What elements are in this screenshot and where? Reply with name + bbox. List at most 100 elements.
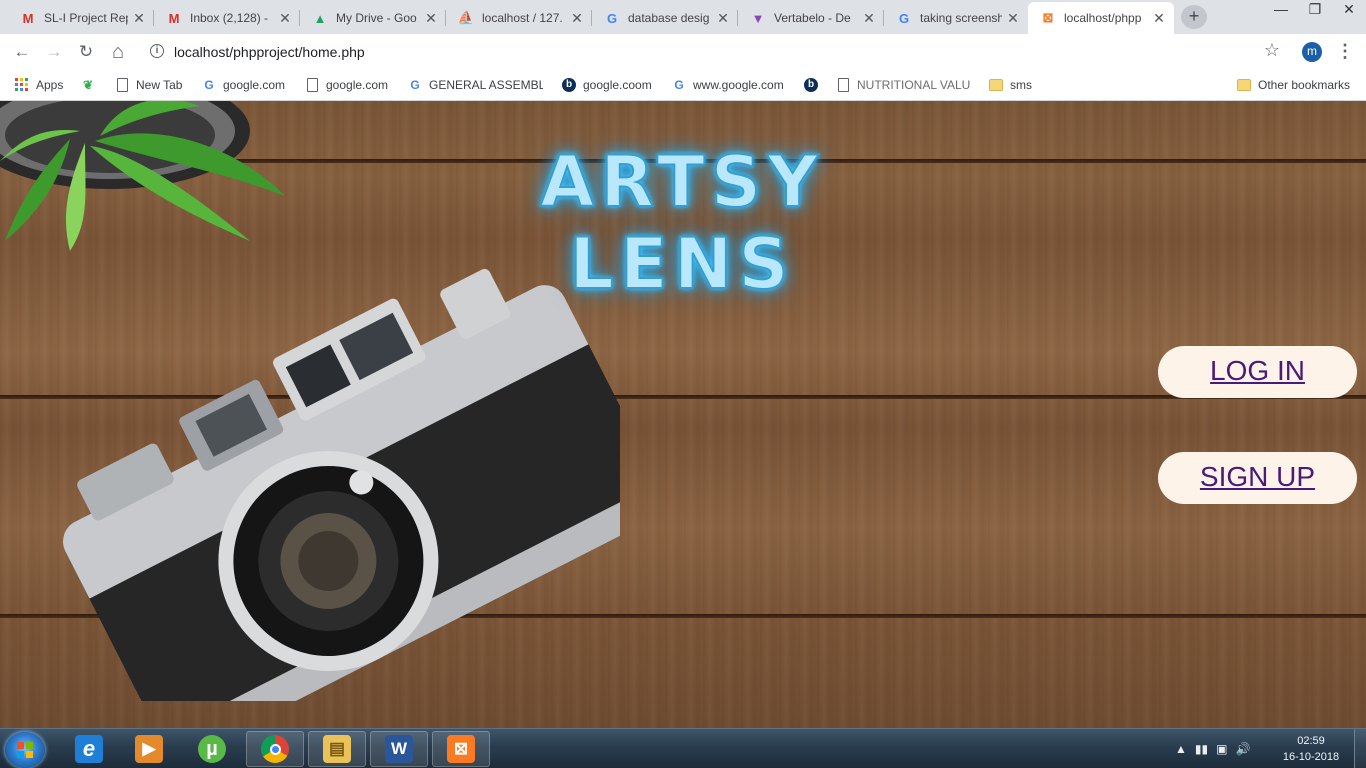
tab-localhost-active[interactable]: ⊠ localhost/phpp ✕ [1028,2,1174,34]
bookmark-apps[interactable]: Apps [14,76,63,94]
page-icon [114,77,130,93]
bookmark-sms-folder[interactable]: sms [988,76,1032,94]
bookmark-label: Apps [36,78,64,92]
google-icon: G [898,10,910,26]
tab-label: Vertabelo - De [774,11,851,25]
other-bookmarks[interactable]: Other bookmarks [1236,76,1350,94]
network-signal-icon[interactable]: ▮▮ [1195,742,1208,756]
page-viewport: ARTSY LENS LOG IN SIGN UP [0,101,1366,728]
close-tab-icon[interactable]: ✕ [424,10,438,27]
close-tab-icon[interactable]: ✕ [716,10,730,27]
tab-sl-project[interactable]: M SL-I Project Rep ✕ [8,2,154,34]
page-icon [304,77,320,93]
close-tab-icon[interactable]: ✕ [570,10,584,27]
internet-explorer-icon: e [75,735,103,763]
taskbar-file-explorer[interactable]: ▤ [308,731,366,767]
google-icon: G [674,78,684,92]
volume-icon[interactable]: 🔊 [1235,742,1250,756]
chrome-icon [261,735,289,763]
vertabelo-icon: ▼ [751,10,765,26]
bing-icon: b [561,77,577,93]
tab-label: localhost / 127. [482,11,563,25]
folder-icon [1236,77,1252,93]
bookmark-google-1[interactable]: G google.com [201,76,285,94]
bookmark-bing[interactable]: b [803,76,825,94]
close-tab-icon[interactable]: ✕ [862,10,876,27]
site-info-icon[interactable]: i [150,44,164,58]
bookmark-nutritional-value[interactable]: NUTRITIONAL VALUE [835,76,971,94]
bookmark-label: sms [1010,78,1032,92]
close-window-button[interactable]: ✕ [1332,0,1366,20]
page-icon [835,77,851,93]
tab-label: localhost/phpp [1064,11,1142,25]
plant-image [0,101,285,251]
battery-icon[interactable]: ▣ [1216,742,1227,756]
tab-phpmyadmin[interactable]: ⛵ localhost / 127. ✕ [446,2,592,34]
bookmark-leaf[interactable]: ❦ [80,76,102,94]
taskbar-word[interactable]: W [370,731,428,767]
taskbar-internet-explorer[interactable]: e [60,731,118,767]
back-button[interactable]: ← [10,40,34,64]
taskbar-utorrent[interactable]: µ [183,731,241,767]
gmail-icon: M [22,10,34,26]
close-tab-icon[interactable]: ✕ [278,10,292,27]
taskbar-media-player[interactable]: ▶ [120,731,178,767]
tab-strip: M SL-I Project Rep ✕ M Inbox (2,128) - ✕… [0,0,1366,34]
bookmark-google-2[interactable]: google.com [304,76,388,94]
bookmark-www-google[interactable]: G www.google.com [671,76,783,94]
clock-date: 16-10-2018 [1282,751,1340,763]
tab-taking-screenshot[interactable]: G taking screensh ✕ [884,2,1028,34]
media-player-icon: ▶ [135,735,163,763]
word-icon: W [385,735,413,763]
close-tab-icon[interactable]: ✕ [1152,10,1166,27]
tab-database-design[interactable]: G database desig ✕ [592,2,738,34]
taskbar-xampp[interactable]: ⊠ [432,731,490,767]
tab-vertabelo[interactable]: ▼ Vertabelo - De ✕ [738,2,884,34]
signup-button[interactable]: SIGN UP [1158,452,1357,504]
tab-label: My Drive - Goo [336,11,417,25]
bookmark-label: google.coom [583,78,652,92]
bookmarks-bar: Apps ❦ New Tab G google.com google.com G… [0,70,1366,101]
forward-button[interactable]: → [42,40,66,64]
home-button[interactable]: ⌂ [106,40,130,64]
bookmark-general-assembly[interactable]: G GENERAL ASSEMBLY: [407,76,543,94]
brand-title: ARTSY LENS [539,140,824,306]
bookmark-new-tab[interactable]: New Tab [114,76,182,94]
start-button[interactable] [5,732,45,768]
utorrent-icon: µ [198,735,226,763]
google-icon: G [204,78,214,92]
close-tab-icon[interactable]: ✕ [1006,10,1020,27]
tab-label: Inbox (2,128) - [190,11,269,25]
bookmark-google-coom[interactable]: b google.coom [561,76,652,94]
address-bar[interactable]: i localhost/phpproject/home.php ☆ [140,38,1290,66]
profile-avatar[interactable]: m [1302,42,1322,62]
taskbar-chrome[interactable] [246,731,304,767]
show-desktop-button[interactable] [1354,729,1366,768]
bookmark-star-icon[interactable]: ☆ [1264,40,1280,61]
login-button[interactable]: LOG IN [1158,346,1357,398]
apps-grid-icon [14,77,30,93]
file-explorer-icon: ▤ [323,735,351,763]
close-tab-icon[interactable]: ✕ [132,10,146,27]
new-tab-button[interactable]: + [1181,5,1207,29]
minimize-button[interactable]: — [1264,0,1298,20]
bookmark-label: Other bookmarks [1258,78,1351,92]
windows-logo-icon [17,742,33,758]
colorful-leaf-icon: ❦ [82,78,94,92]
clock-time: 02:59 [1297,735,1325,747]
tab-inbox[interactable]: M Inbox (2,128) - ✕ [154,2,300,34]
url-text[interactable]: localhost/phpproject/home.php [174,44,365,60]
drive-icon: ▲ [313,10,327,26]
taskbar-clock[interactable]: 02:59 16-10-2018 [1276,733,1346,765]
phpmyadmin-icon: ⛵ [457,10,475,25]
bookmark-label: NUTRITIONAL VALUE [857,78,971,92]
camera-image [62,268,620,701]
google-icon: G [410,78,420,92]
tab-my-drive[interactable]: ▲ My Drive - Goo ✕ [300,2,446,34]
reload-button[interactable]: ↻ [74,40,98,64]
tab-label: database desig [628,11,710,25]
chrome-menu-icon[interactable]: ⋮ [1336,41,1354,63]
browser-toolbar: ← → ↻ ⌂ i localhost/phpproject/home.php … [0,34,1366,70]
maximize-button[interactable]: ❐ [1298,0,1332,20]
show-hidden-icons-icon[interactable]: ▲ [1175,742,1187,756]
